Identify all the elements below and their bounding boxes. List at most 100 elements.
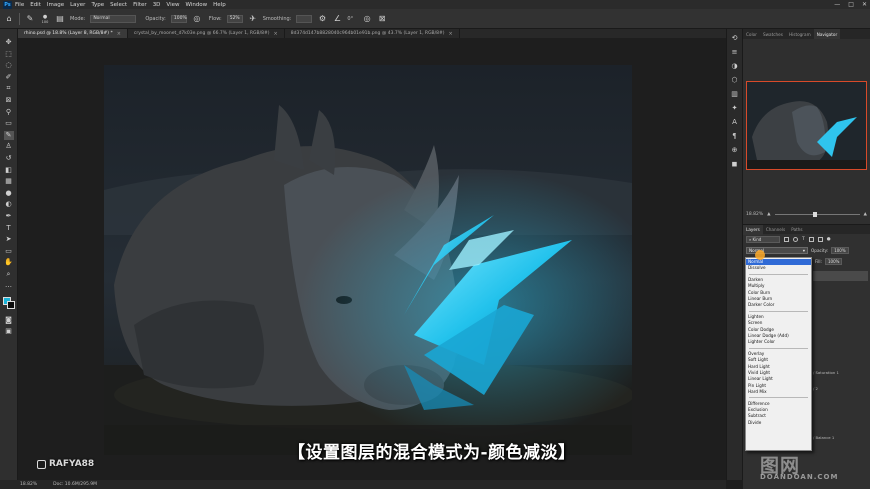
layer-opacity-field[interactable]: 100% [831, 247, 849, 254]
pressure-size-icon[interactable]: ◎ [362, 14, 372, 24]
properties-icon[interactable]: ≡ [732, 49, 738, 56]
menu-type[interactable]: Type [91, 2, 104, 8]
tab-paths[interactable]: Paths [788, 225, 805, 235]
zoom-level[interactable]: 18.82% [20, 482, 37, 487]
lasso-tool-icon[interactable]: ◌ [4, 61, 14, 70]
type-tool-icon[interactable]: T [4, 224, 14, 233]
tab-document-1[interactable]: rhino.psd @ 18.8% (Layer 8, RGB/8#) * × [18, 29, 128, 38]
zoom-in-icon[interactable]: ▲ [864, 212, 867, 217]
menu-view[interactable]: View [166, 2, 179, 8]
3d-icon[interactable]: ⬡ [731, 77, 737, 84]
doc-size[interactable]: Doc: 10.6M/295.9M [53, 482, 97, 487]
maximize-button[interactable]: □ [848, 1, 854, 8]
tab-swatches[interactable]: Swatches [760, 29, 786, 39]
styles-icon[interactable]: ✦ [732, 105, 738, 112]
tab-layers[interactable]: Layers [743, 224, 763, 235]
screen-mode-icon[interactable]: ▣ [4, 327, 14, 336]
blend-option[interactable]: Hard Mix [746, 389, 811, 395]
close-button[interactable]: ✕ [862, 1, 867, 8]
frame-tool-icon[interactable]: ⊠ [4, 96, 14, 105]
filter-kind-select[interactable]: ⌕ Kind [746, 236, 780, 243]
history-brush-tool-icon[interactable]: ↺ [4, 154, 14, 163]
blend-option[interactable]: Darker Color [746, 302, 811, 308]
minimize-button[interactable]: — [834, 1, 840, 8]
libraries-icon[interactable]: ▥ [731, 91, 738, 98]
flow-field[interactable]: 52% [226, 14, 243, 23]
gear-icon[interactable]: ⚙ [317, 14, 327, 24]
layer-name[interactable]: / Balance 1 [813, 435, 834, 440]
shapes-icon[interactable]: ◼ [732, 161, 738, 168]
menu-layer[interactable]: Layer [70, 2, 85, 8]
more-tools-icon[interactable]: … [4, 281, 14, 290]
menu-file[interactable]: File [15, 2, 24, 8]
eraser-tool-icon[interactable]: ◧ [4, 166, 14, 175]
menu-help[interactable]: Help [213, 2, 226, 8]
navigator-preview[interactable] [746, 81, 867, 170]
document-canvas[interactable] [104, 65, 632, 455]
brush-tool-icon[interactable]: ✎ [3, 130, 14, 140]
zoom-out-icon[interactable]: ▲ [767, 212, 770, 217]
dodge-tool-icon[interactable]: ◐ [4, 200, 14, 209]
tab-document-2[interactable]: crystal_by_moonet_d7k03e.png @ 66.7% (La… [128, 29, 285, 38]
tab-color[interactable]: Color [743, 29, 760, 39]
eyedropper-tool-icon[interactable]: ⚲ [4, 108, 14, 117]
mode-select[interactable]: Normal [90, 14, 137, 23]
brush-settings-icon[interactable]: ▤ [55, 14, 65, 24]
background-color-swatch[interactable] [6, 301, 15, 310]
blend-option[interactable]: Lighter Color [746, 339, 811, 345]
close-icon[interactable]: × [274, 31, 278, 37]
photoshop-logo[interactable]: Ps [3, 0, 12, 9]
zoom-tool-icon[interactable]: ⌕ [4, 270, 14, 279]
tab-channels[interactable]: Channels [763, 225, 788, 235]
quick-select-tool-icon[interactable]: ✐ [4, 73, 14, 82]
menu-select[interactable]: Select [110, 2, 127, 8]
menu-3d[interactable]: 3D [153, 2, 161, 8]
rectangle-tool-icon[interactable]: ▭ [4, 247, 14, 256]
adjustments-icon[interactable]: ◑ [731, 63, 737, 70]
tab-navigator[interactable]: Navigator [813, 29, 841, 39]
menu-window[interactable]: Window [185, 2, 207, 8]
character-icon[interactable]: A [732, 119, 737, 126]
gradient-tool-icon[interactable]: ▦ [4, 177, 14, 186]
symmetry-icon[interactable]: ⊠ [377, 14, 387, 24]
pressure-opacity-icon[interactable]: ◎ [192, 14, 202, 24]
history-icon[interactable]: ⟲ [732, 35, 738, 42]
color-swatches[interactable] [2, 297, 15, 310]
type-filter-icon[interactable]: T [802, 237, 805, 242]
close-icon[interactable]: × [449, 31, 453, 37]
quick-mask-icon[interactable]: ◙ [4, 316, 14, 325]
layer-fill-field[interactable]: 100% [825, 258, 843, 265]
layer-name[interactable]: / Saturation 1 [813, 370, 839, 375]
blend-option[interactable]: Dissolve [746, 265, 811, 271]
tab-document-3[interactable]: 8d374d147b8828040c964b01e91b.png @ 43.7%… [285, 29, 460, 38]
pen-tool-icon[interactable]: ✒ [4, 212, 14, 221]
tab-histogram[interactable]: Histogram [786, 29, 814, 39]
angle-value[interactable]: 0° [347, 16, 353, 22]
opacity-field[interactable]: 100% [170, 14, 187, 23]
navigator-zoom-value[interactable]: 18.82% [746, 212, 763, 217]
crop-tool-icon[interactable]: ⌗ [4, 84, 14, 93]
smart-object-filter-icon[interactable] [817, 237, 823, 242]
menu-edit[interactable]: Edit [30, 2, 41, 8]
hand-tool-icon[interactable]: ✋ [4, 258, 14, 267]
marquee-tool-icon[interactable]: ⬚ [4, 50, 14, 59]
menu-filter[interactable]: Filter [133, 2, 147, 8]
path-selection-tool-icon[interactable]: ➤ [4, 235, 14, 244]
selected-layer-row[interactable] [813, 271, 868, 281]
zoom-slider[interactable] [774, 211, 860, 217]
brush-tool-icon[interactable]: ✎ [25, 14, 35, 24]
brush-preset-picker[interactable]: ● 100 [40, 14, 50, 24]
filter-toggle-icon[interactable]: ● [827, 237, 831, 242]
glyphs-icon[interactable]: ⊕ [732, 147, 738, 154]
smoothing-field[interactable] [296, 14, 313, 23]
layer-name[interactable]: / 2 [813, 386, 818, 391]
healing-brush-tool-icon[interactable]: ▭ [4, 119, 14, 128]
airbrush-icon[interactable]: ✈ [248, 14, 258, 24]
blend-option[interactable]: Divide [746, 420, 811, 426]
close-icon[interactable]: × [117, 31, 121, 37]
menu-image[interactable]: Image [47, 2, 64, 8]
pixel-filter-icon[interactable] [784, 237, 789, 242]
adjustment-filter-icon[interactable] [793, 237, 798, 242]
clone-stamp-tool-icon[interactable]: ♙ [4, 142, 14, 151]
home-icon[interactable]: ⌂ [4, 14, 14, 24]
